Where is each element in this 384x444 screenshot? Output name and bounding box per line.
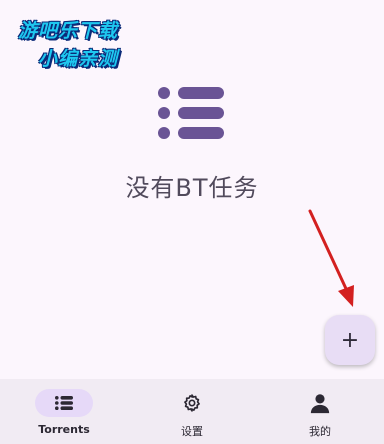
plus-icon: + xyxy=(340,327,360,353)
nav-label-profile: 我的 xyxy=(309,425,331,438)
watermark-line-2: 小编亲测 xyxy=(38,48,119,70)
nav-label-settings: 设置 xyxy=(181,425,203,438)
nav-label-torrents: Torrents xyxy=(38,423,90,436)
person-icon xyxy=(310,394,330,414)
empty-state-message: 没有BT任务 xyxy=(125,174,259,202)
screen: 游吧乐下载 小编亲测 没有BT任务 + Torrents 设置 我的 xyxy=(0,0,384,444)
list-icon xyxy=(158,87,224,139)
watermark-logo: 游吧乐下载 小编亲测 xyxy=(14,14,150,74)
nav-item-settings[interactable]: 设置 xyxy=(128,379,256,444)
nav-item-profile[interactable]: 我的 xyxy=(256,379,384,444)
nav-item-torrents[interactable]: Torrents xyxy=(0,379,128,444)
gear-icon xyxy=(184,394,200,412)
bottom-navigation: Torrents 设置 我的 xyxy=(0,379,384,444)
nav-active-indicator xyxy=(35,389,93,417)
list-icon xyxy=(55,396,73,410)
watermark-line-1: 游吧乐下载 xyxy=(18,20,119,42)
annotation-arrow xyxy=(308,209,354,307)
add-torrent-button[interactable]: + xyxy=(325,315,375,365)
